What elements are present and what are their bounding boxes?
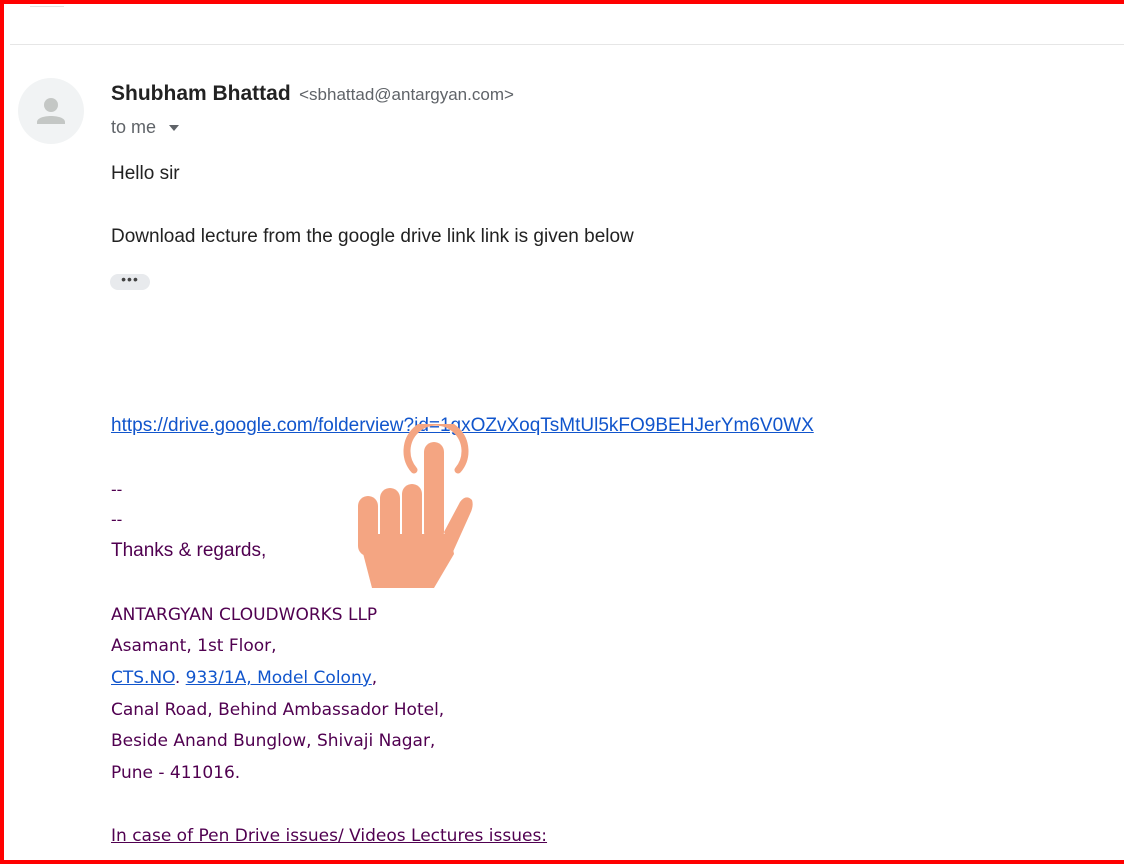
signature-separator: -- (111, 480, 123, 499)
address-link[interactable]: 933/1A, Model Colony (186, 668, 372, 688)
person-silhouette-icon (37, 98, 65, 124)
sender-line: Shubham Bhattad <sbhattad@antargyan.com> (111, 82, 514, 106)
header-divider (10, 44, 1124, 45)
signature-company: ANTARGYAN CLOUDWORKS LLP (111, 605, 378, 625)
avatar[interactable] (18, 78, 84, 144)
cts-separator: . (174, 668, 186, 688)
tapping-hand-icon (358, 424, 473, 588)
regards-text: Thanks & regards, (111, 540, 267, 561)
email-greeting: Hello sir (111, 163, 180, 184)
top-stub (30, 0, 64, 7)
address-comma: , (371, 668, 378, 688)
sender-email: <sbhattad@antargyan.com> (299, 85, 514, 104)
signature-road: Canal Road, Behind Ambassador Hotel, (111, 700, 445, 720)
signature-city: Pune - 411016. (111, 763, 241, 783)
sender-name[interactable]: Shubham Bhattad (111, 82, 291, 105)
caret-down-icon[interactable] (169, 125, 180, 132)
signature-separator: -- (111, 510, 123, 529)
show-trimmed-content-button[interactable]: ••• (110, 272, 150, 290)
recipient-details-toggle[interactable]: to me (111, 117, 180, 138)
cts-link[interactable]: CTS.NO (111, 668, 175, 688)
support-heading: In case of Pen Drive issues/ Videos Lect… (111, 826, 548, 846)
signature-address-line: CTS.NO. 933/1A, Model Colony, (111, 668, 377, 688)
signature-floor: Asamant, 1st Floor, (111, 636, 277, 656)
email-message: Download lecture from the google drive l… (111, 226, 634, 247)
signature-area: Beside Anand Bunglow, Shivaji Nagar, (111, 731, 436, 751)
recipient-label: to me (111, 117, 157, 137)
